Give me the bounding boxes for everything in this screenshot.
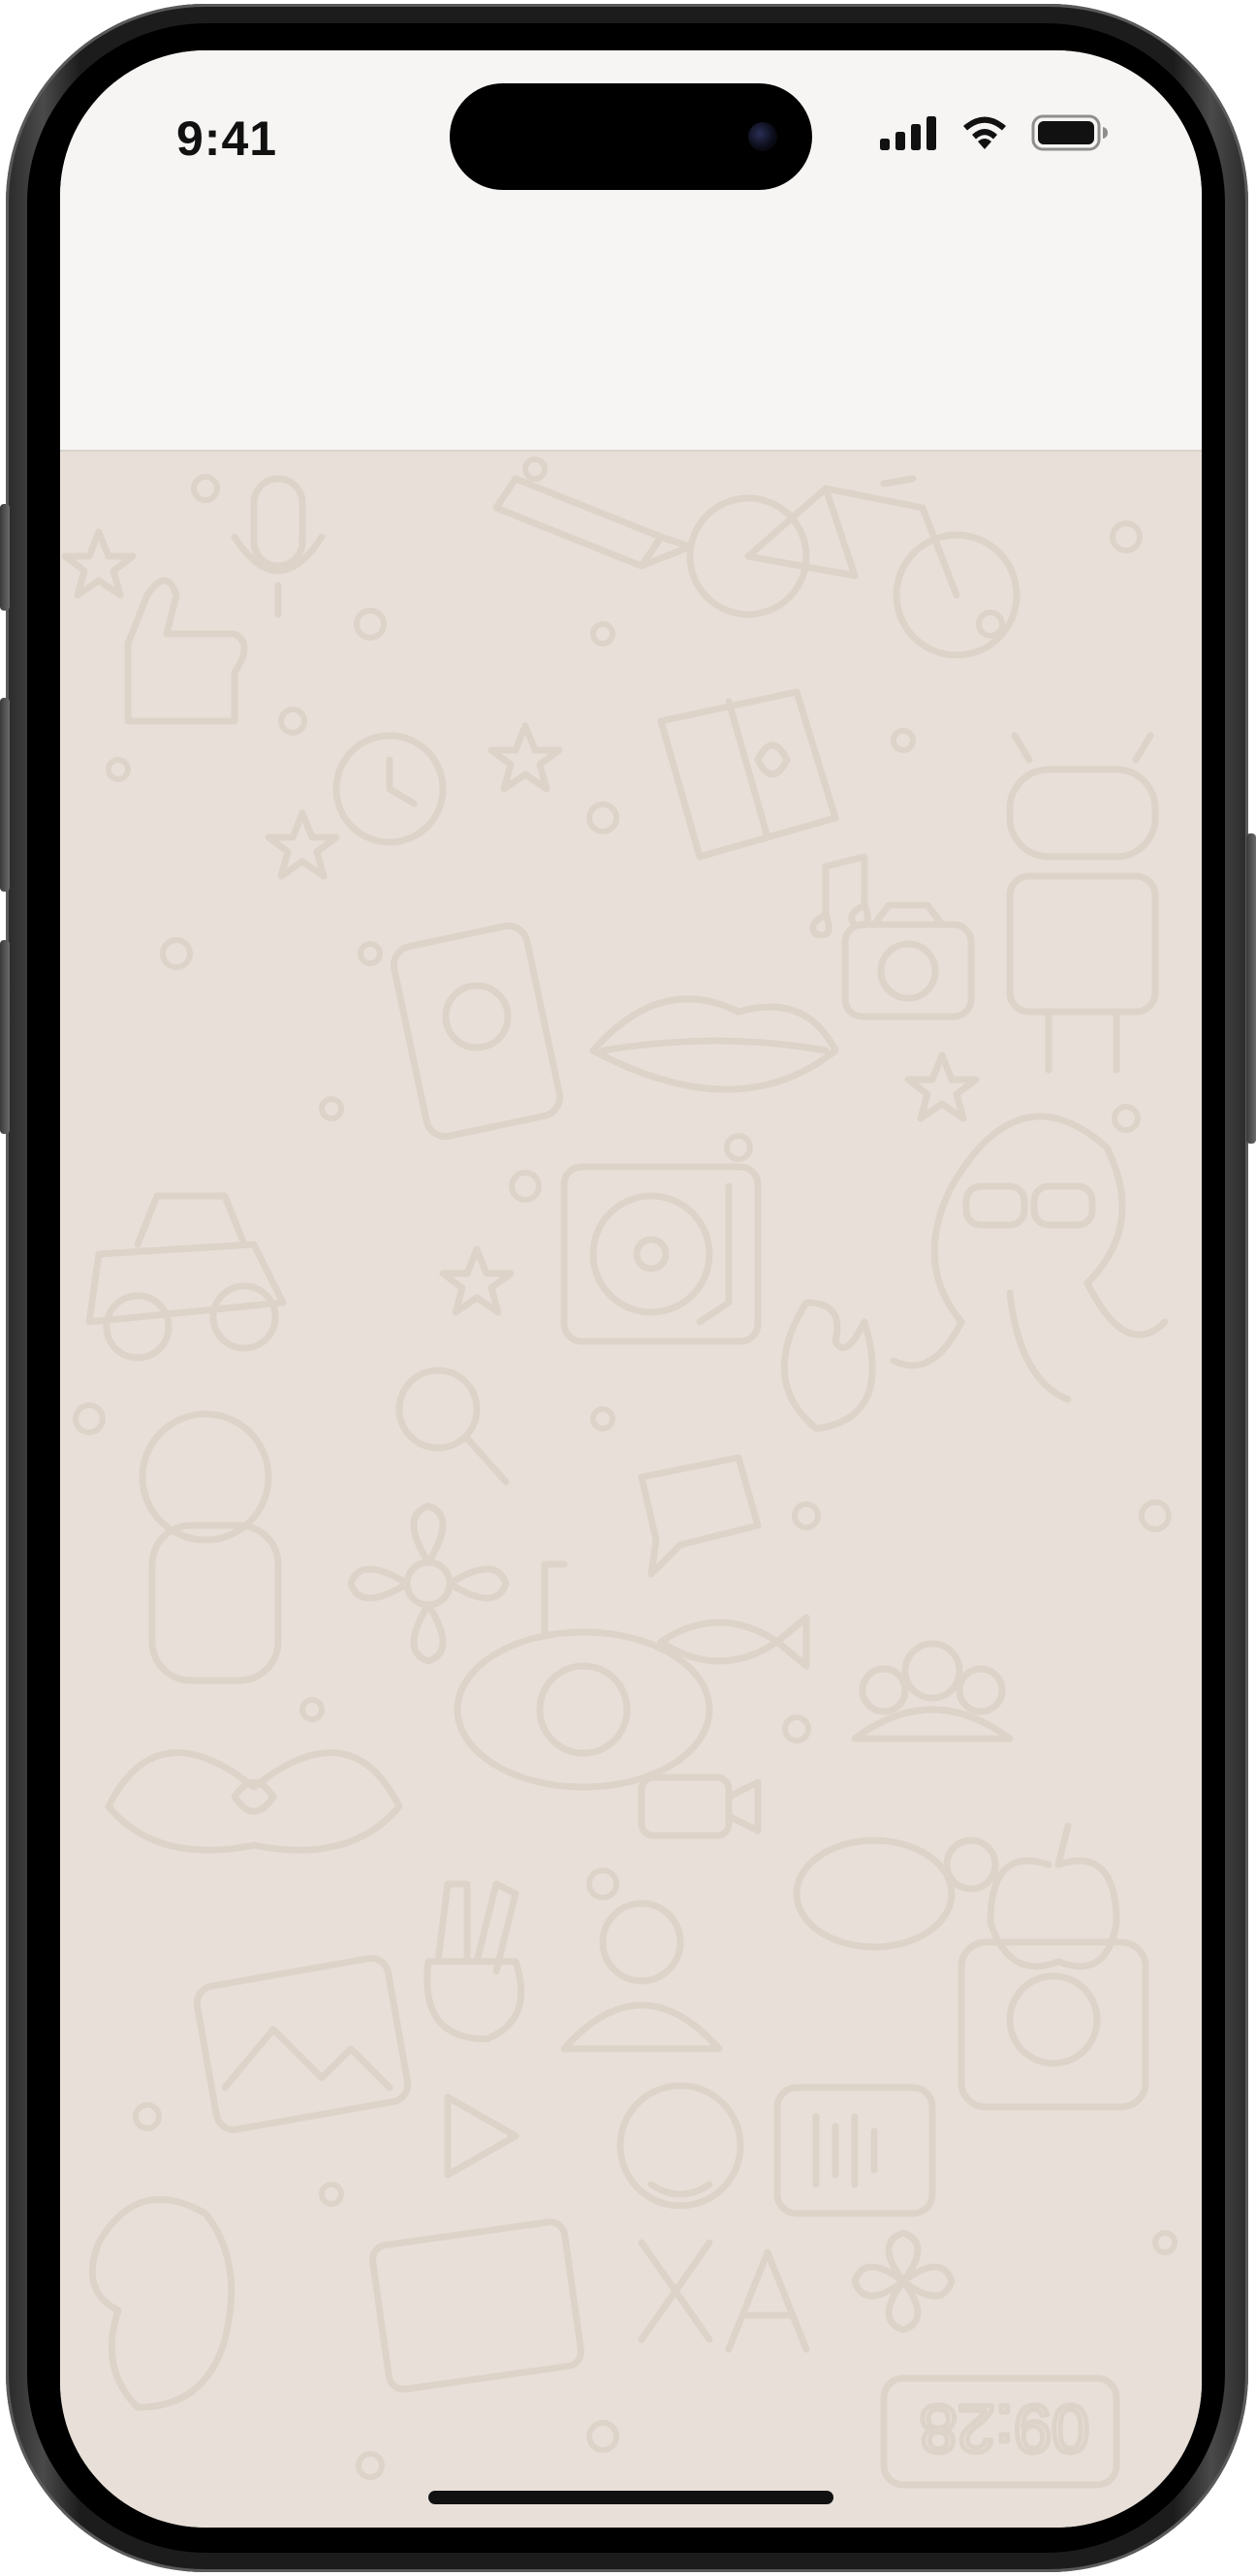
pencil-doodle	[492, 475, 694, 570]
magnifier-doodle	[395, 1367, 510, 1486]
group-doodle	[851, 1640, 1014, 1743]
volume-up-button	[0, 698, 10, 892]
emoji-doodle	[616, 2082, 744, 2210]
status-time: 9:41	[176, 111, 278, 166]
record-player-doodle	[560, 1163, 762, 1345]
car-doodle	[85, 1192, 287, 1362]
action-button	[0, 504, 10, 611]
flame-doodle	[780, 1299, 876, 1432]
phone-doodle	[390, 922, 564, 1141]
bicycle-doodle	[686, 475, 1020, 659]
map-doodle	[657, 688, 839, 861]
octopus-doodle	[890, 1113, 1169, 1403]
clock-doodle	[332, 732, 447, 846]
victory-hand-doodle	[424, 1880, 525, 2043]
phone-device: 9:41 09:28	[0, 0, 1256, 2576]
lips-doodle	[589, 995, 839, 1093]
star-doodle	[487, 722, 563, 793]
front-camera-icon	[748, 122, 777, 151]
screen: 9:41 09:28	[60, 50, 1202, 2528]
notebook-doodle	[368, 2218, 585, 2393]
robot-doodle	[1006, 732, 1159, 1074]
volume-down-button	[0, 940, 10, 1134]
wifi-icon	[963, 116, 1006, 149]
cellular-signal-icon	[880, 116, 936, 150]
star-doodle	[439, 1245, 515, 1316]
status-icons	[878, 114, 1109, 151]
music-note-doodle	[809, 853, 871, 939]
dynamic-island	[450, 83, 812, 190]
flower-doodle	[347, 1502, 510, 1665]
dinosaur-doodle	[88, 2196, 236, 2411]
power-button	[1246, 833, 1256, 1144]
video-camera-doodle	[638, 1774, 762, 1839]
play-doodle	[444, 2093, 519, 2179]
chat-bubble-doodle	[638, 1454, 762, 1578]
top-header: 9:41	[60, 50, 1202, 452]
person-doodle	[560, 1900, 723, 2053]
star-doodle	[265, 809, 340, 880]
clock-display-text: 09:28	[920, 2391, 1089, 2466]
home-indicator[interactable]	[428, 2491, 833, 2504]
turtle-doodle	[793, 1837, 999, 1951]
chat-wallpaper: 09:28	[60, 450, 1202, 2528]
audio-doodle	[773, 2084, 936, 2217]
star-doodle	[61, 528, 137, 599]
doodle-pattern: 09:28	[61, 456, 1178, 2489]
thumbs-up-doodle	[124, 577, 248, 725]
clover-doodle	[851, 2229, 956, 2334]
battery-icon	[1031, 114, 1108, 151]
letter-x-doodle	[638, 2239, 713, 2343]
letter-a-doodle	[725, 2248, 810, 2353]
star-doodle	[904, 1052, 980, 1122]
astronaut-doodle	[139, 1410, 282, 1684]
picture-doodle	[193, 1955, 412, 2133]
heart-hands-doodle	[105, 1749, 403, 1854]
microphone-doodle	[231, 475, 326, 618]
